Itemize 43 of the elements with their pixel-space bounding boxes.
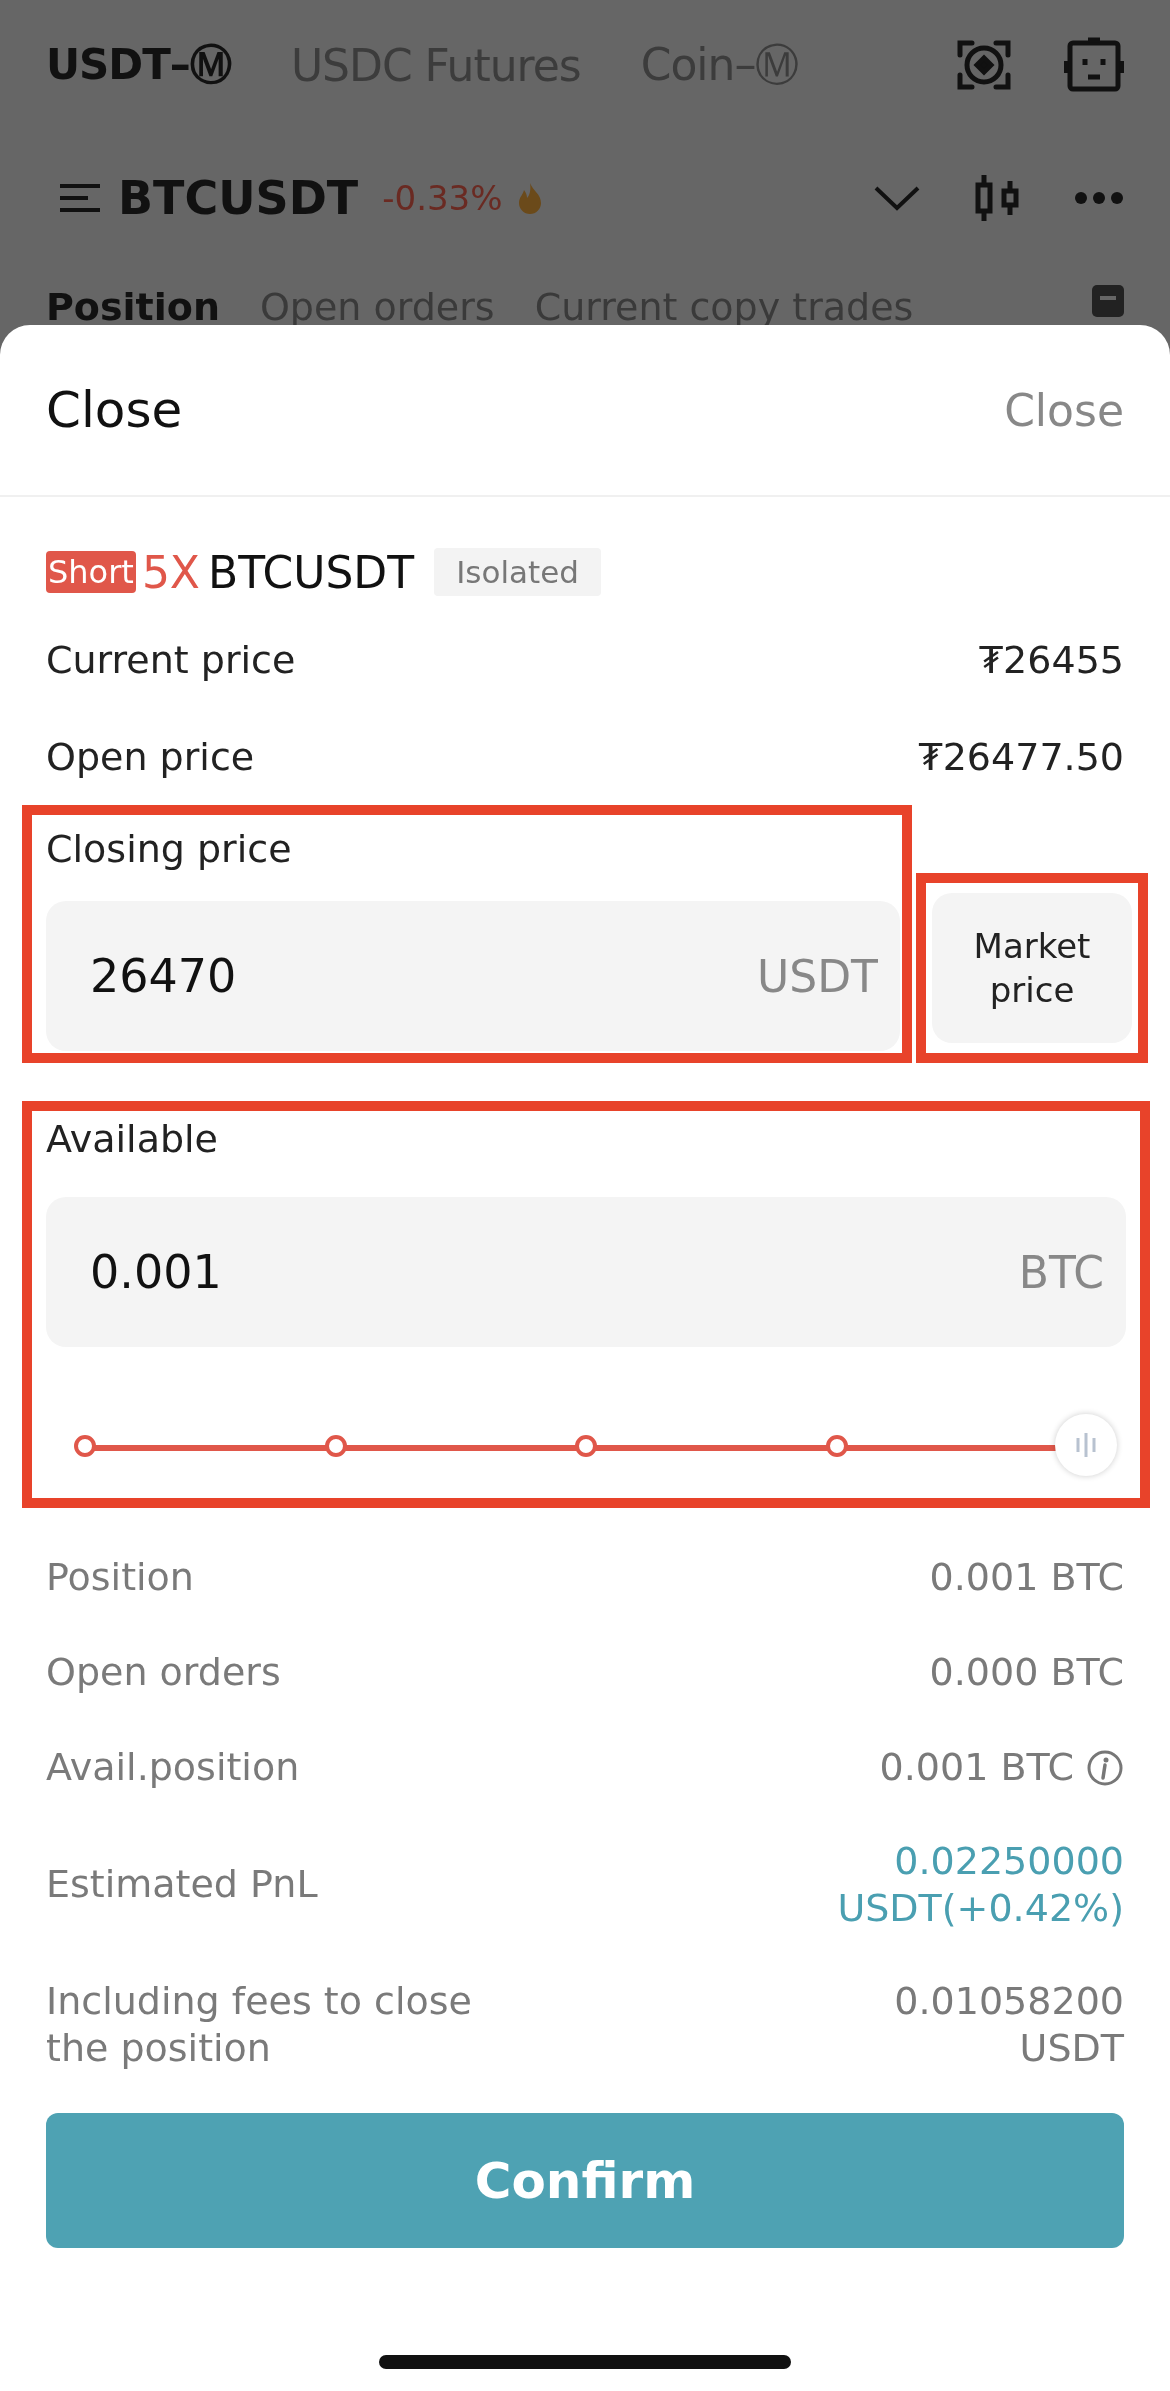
price-input[interactable]: 26470 USDT <box>46 901 900 1051</box>
more-icon[interactable] <box>1074 190 1124 205</box>
market-tab[interactable]: USDT–Ⓜ <box>46 37 231 93</box>
slider-stop[interactable] <box>575 1435 597 1457</box>
candlestick-icon[interactable] <box>974 172 1020 223</box>
price-value: ₮26455 <box>978 637 1124 682</box>
amount-input[interactable]: 0.001 BTC <box>46 1197 1126 1347</box>
robot-icon[interactable] <box>1064 35 1124 95</box>
detail-label: Avail.position <box>46 1743 300 1791</box>
symbol-name[interactable]: BTCUSDT <box>118 170 359 225</box>
margin-mode-tag: Isolated <box>434 548 601 596</box>
price-label: Open price <box>46 734 255 779</box>
detail-value: 0.001 BTC <box>929 1553 1124 1601</box>
detail-label: Position <box>46 1553 194 1601</box>
market-price-button[interactable]: Market price <box>932 893 1132 1043</box>
detail-value: 0.000 BTC <box>929 1648 1124 1696</box>
detail-label: Including fees to close the position <box>46 1977 473 2072</box>
slider-stop[interactable] <box>74 1435 96 1457</box>
detail-value: 0.02250000 USDT(+0.42%) <box>836 1837 1124 1932</box>
slider-thumb[interactable] <box>1055 1414 1117 1476</box>
confirm-button[interactable]: Confirm <box>46 2113 1124 2248</box>
detail-value: 0.01058200 USDT <box>893 1977 1124 2072</box>
field-label: Closing price <box>46 826 293 873</box>
leverage-label: 5X <box>141 546 200 598</box>
sheet-title: Close <box>46 381 183 439</box>
close-link[interactable]: Close <box>1004 384 1124 436</box>
price-value: ₮26477.50 <box>918 734 1124 779</box>
detail-label: Open orders <box>46 1648 281 1696</box>
slider-stop[interactable] <box>324 1435 347 1457</box>
flame-icon <box>516 181 543 214</box>
position-symbol: BTCUSDT <box>208 546 415 598</box>
detail-value: 0.001 BTC <box>879 1743 1074 1791</box>
detail-label: Estimated PnL <box>46 1861 318 1909</box>
position-tab[interactable]: Position <box>46 285 220 329</box>
menu-icon[interactable] <box>60 182 100 213</box>
list-icon[interactable] <box>1092 285 1124 317</box>
chevron-down-icon[interactable] <box>874 184 920 211</box>
info-icon[interactable] <box>1086 1748 1124 1787</box>
side-badge: Short <box>46 551 136 593</box>
price-label: Current price <box>46 637 296 682</box>
slider-stop[interactable] <box>825 1435 848 1457</box>
price-change: -0.33% <box>382 177 503 218</box>
field-label: Available <box>46 1116 219 1163</box>
